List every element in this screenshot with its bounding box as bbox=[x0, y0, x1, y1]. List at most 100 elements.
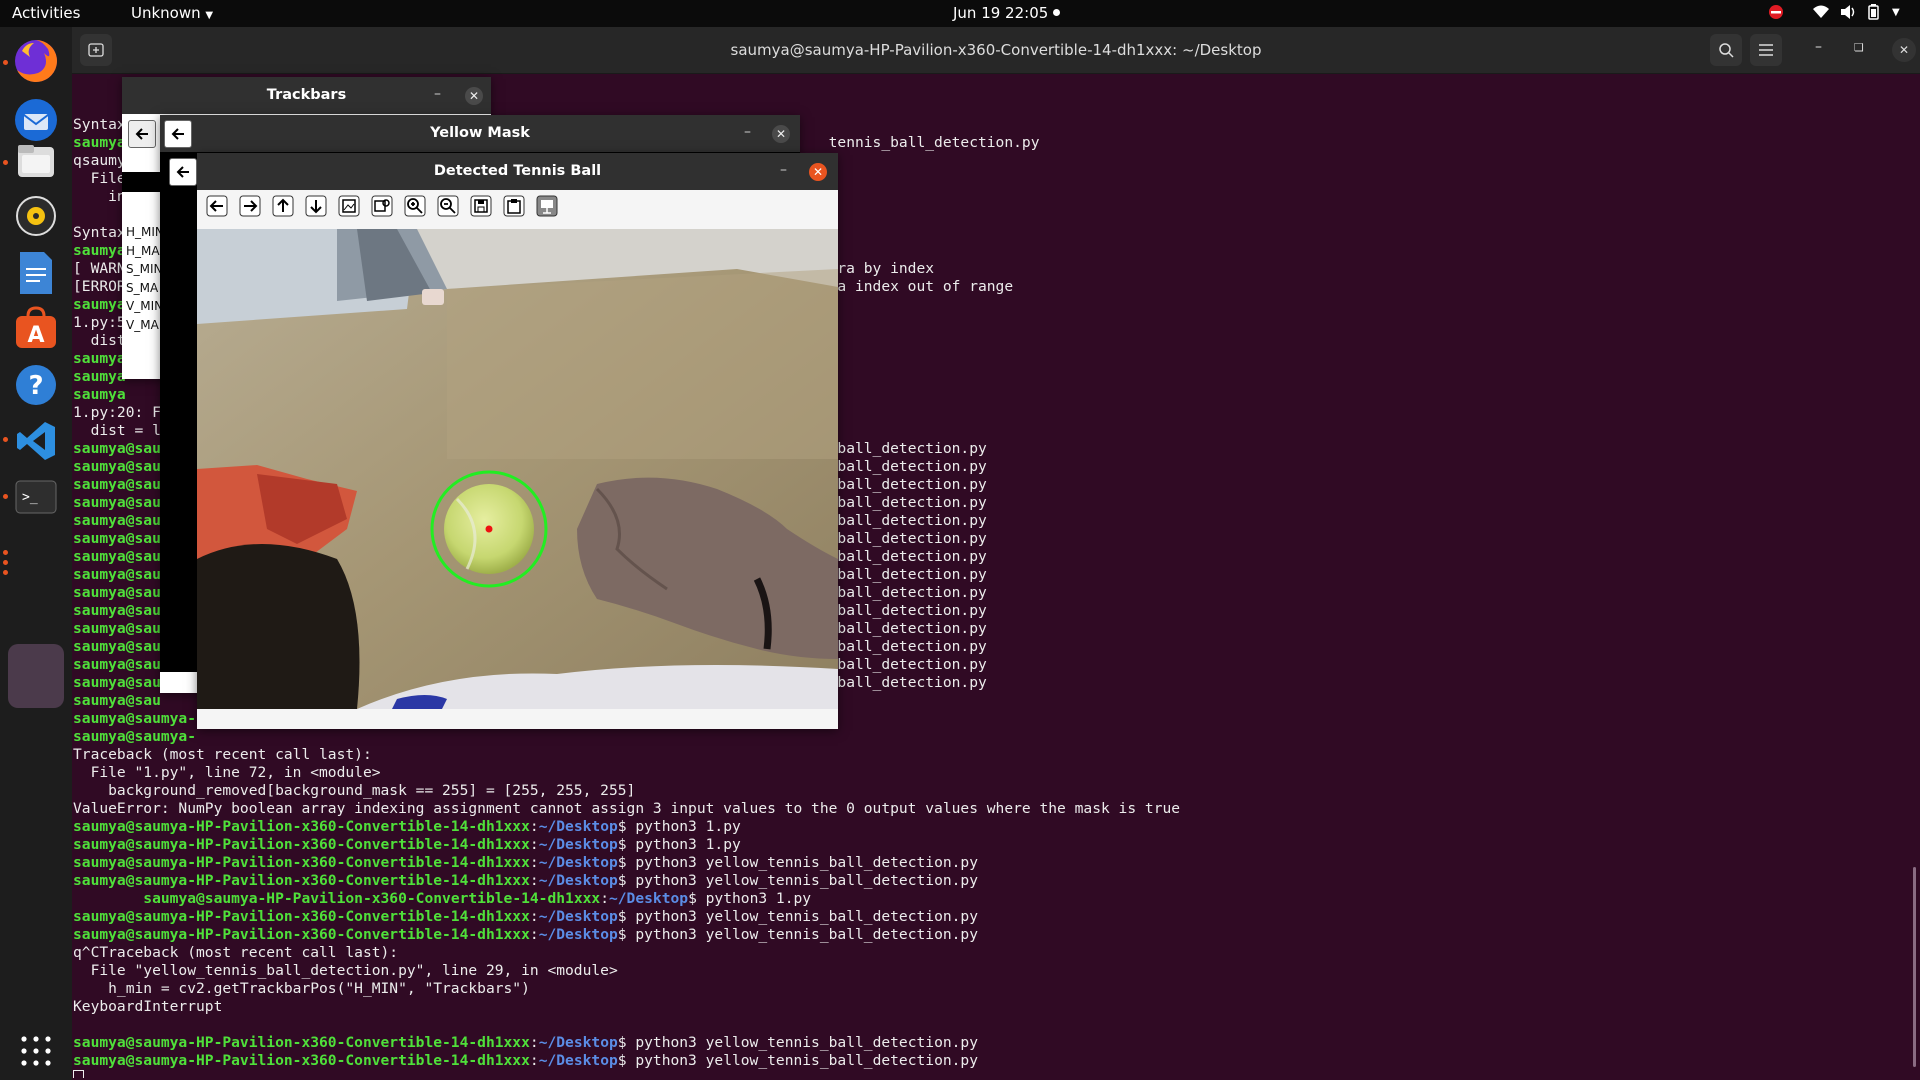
running-indicator bbox=[3, 550, 8, 555]
pan-down-icon[interactable] bbox=[304, 194, 328, 218]
files-icon[interactable] bbox=[8, 133, 64, 189]
restore-icon[interactable]: ❏ bbox=[1854, 41, 1864, 54]
detected-title: Detected Tennis Ball bbox=[197, 153, 838, 190]
running-indicator bbox=[3, 570, 8, 575]
app-menu-label: Unknown bbox=[131, 4, 201, 22]
svg-text:?: ? bbox=[28, 371, 43, 401]
detection-center-dot bbox=[485, 525, 493, 533]
image-toolbar bbox=[197, 190, 838, 225]
close-icon: ✕ bbox=[1898, 43, 1910, 57]
terminal-title: saumya@saumya-HP-Pavilion-x360-Convertib… bbox=[730, 41, 1262, 59]
minimize-icon[interactable]: – bbox=[744, 115, 751, 149]
prompt-user: saumya@saumya-HP-Pavilion-x360-Convertib… bbox=[73, 908, 530, 925]
prompt-user: saumya@saumya-HP-Pavilion-x360-Convertib… bbox=[73, 818, 530, 835]
prompt-path: ~/Desktop bbox=[538, 926, 618, 943]
help-icon[interactable]: ? bbox=[8, 357, 64, 413]
close-detected-button[interactable]: ✕ bbox=[809, 163, 827, 181]
system-menu-chevron-icon[interactable]: ▼ bbox=[1892, 7, 1900, 18]
vscode-icon[interactable] bbox=[8, 413, 64, 469]
terminal-scrollbar[interactable] bbox=[1913, 867, 1916, 1067]
pan-up-icon[interactable] bbox=[271, 194, 295, 218]
prompt-user: saumya@saumya-HP-Pavilion-x360-Convertib… bbox=[73, 854, 530, 871]
save-icon[interactable] bbox=[469, 194, 493, 218]
notification-dot-icon bbox=[1053, 9, 1060, 16]
terminal-line bbox=[73, 1070, 1913, 1078]
terminal-line: saumya@saumya-HP-Pavilion-x360-Convertib… bbox=[73, 818, 741, 835]
prompt-path: ~/Desktop bbox=[608, 890, 689, 907]
detected-tennis-ball-window[interactable]: Detected Tennis Ball – ✕ bbox=[169, 153, 838, 729]
close-terminal-button[interactable]: ✕ bbox=[1892, 38, 1916, 62]
wifi-icon[interactable] bbox=[1812, 4, 1830, 24]
terminal-line: ValueError: NumPy boolean array indexing… bbox=[73, 800, 1181, 817]
camera-frame-image bbox=[197, 229, 838, 709]
status-bar bbox=[197, 709, 838, 729]
terminal-line: Traceback (most recent call last): bbox=[73, 746, 372, 763]
terminal-line: KeyboardInterrupt bbox=[73, 998, 223, 1015]
minimize-icon[interactable]: – bbox=[434, 77, 441, 111]
terminal-line: h_min = cv2.getTrackbarPos("H_MIN", "Tra… bbox=[73, 980, 530, 997]
ubuntu-software-icon[interactable]: A bbox=[8, 301, 64, 357]
terminal-line: File "1.py", line 72, in <module> bbox=[73, 764, 381, 781]
battery-icon[interactable] bbox=[1868, 4, 1880, 24]
clock[interactable]: Jun 19 22:05 bbox=[953, 4, 1048, 22]
rhythmbox-icon[interactable] bbox=[8, 188, 64, 244]
zoom-out-icon[interactable] bbox=[436, 194, 460, 218]
svg-text:A: A bbox=[27, 323, 44, 348]
trackbar-divider bbox=[122, 172, 162, 192]
prompt-path: ~/Desktop bbox=[538, 818, 618, 835]
prompt-path: ~/Desktop bbox=[538, 872, 618, 889]
prompt-path: ~/Desktop bbox=[538, 836, 618, 853]
terminal-icon[interactable]: >_ bbox=[8, 469, 64, 525]
prompt-user: saumya@saumya-HP-Pavilion-x360-Convertib… bbox=[73, 1052, 530, 1069]
back-arrow-icon[interactable] bbox=[169, 158, 197, 186]
active-window-icon[interactable] bbox=[8, 644, 64, 708]
trackbar-label: V_MA bbox=[126, 317, 159, 332]
terminal-line: q^CTraceback (most recent call last): bbox=[73, 944, 399, 961]
svg-text:>_: >_ bbox=[22, 490, 38, 505]
pan-right-icon[interactable] bbox=[238, 194, 262, 218]
pan-left-icon[interactable] bbox=[205, 194, 229, 218]
terminal-line: File "yellow_tennis_ball_detection.py", … bbox=[73, 962, 618, 979]
app-menu[interactable]: Unknown ▼ bbox=[131, 4, 213, 22]
minimize-icon[interactable]: – bbox=[780, 153, 787, 187]
prompt-path: ~/Desktop bbox=[538, 1034, 618, 1051]
trackbar-label: H_MA bbox=[126, 243, 160, 258]
dock: A ? >_ bbox=[0, 27, 72, 1080]
copy-clipboard-icon[interactable] bbox=[502, 194, 526, 218]
zoom-fit-icon[interactable] bbox=[370, 194, 394, 218]
close-yellow-mask-button[interactable]: ✕ bbox=[772, 125, 790, 143]
activities-button[interactable]: Activities bbox=[12, 4, 80, 22]
prompt-user: saumya@saumya-HP-Pavilion-x360-Convertib… bbox=[73, 836, 530, 853]
running-indicator bbox=[3, 560, 8, 565]
top-bar: Activities Unknown ▼ Jun 19 22:05 ▼ bbox=[0, 0, 1920, 27]
minimize-icon[interactable]: – bbox=[1815, 39, 1822, 55]
close-trackbars-button[interactable]: ✕ bbox=[465, 87, 483, 105]
trackbar-label: S_MA bbox=[126, 280, 159, 295]
prompt-user: saumya@saumya-HP-Pavilion-x360-Convertib… bbox=[73, 1034, 530, 1051]
terminal-line: saumya@saumya-HP-Pavilion-x360-Convertib… bbox=[73, 908, 978, 925]
terminal-line: saumya@saumya-HP-Pavilion-x360-Convertib… bbox=[73, 872, 978, 889]
back-arrow-icon[interactable] bbox=[128, 120, 156, 148]
terminal-line: saumya@saumya-HP-Pavilion-x360-Convertib… bbox=[143, 890, 812, 907]
terminal-line: background_removed[background_mask == 25… bbox=[73, 782, 636, 799]
prompt-path: ~/Desktop bbox=[538, 908, 618, 925]
yellow-mask-title: Yellow Mask bbox=[160, 115, 800, 152]
libreoffice-writer-icon[interactable] bbox=[8, 245, 64, 301]
firefox-icon[interactable] bbox=[8, 33, 64, 89]
zoom-in-icon[interactable] bbox=[403, 194, 427, 218]
terminal-line: saumya@saumya-HP-Pavilion-x360-Convertib… bbox=[73, 854, 978, 871]
volume-icon[interactable] bbox=[1840, 4, 1858, 24]
do-not-disturb-icon[interactable] bbox=[1768, 4, 1784, 24]
back-arrow-icon[interactable] bbox=[164, 120, 192, 148]
search-button[interactable] bbox=[1710, 34, 1742, 66]
trackbar-label: S_MIN bbox=[126, 262, 163, 276]
terminal-cursor bbox=[73, 1070, 84, 1078]
terminal-header: saumya@saumya-HP-Pavilion-x360-Convertib… bbox=[72, 27, 1920, 74]
zoom-original-icon[interactable] bbox=[337, 194, 361, 218]
hamburger-menu-button[interactable] bbox=[1750, 34, 1782, 66]
properties-icon[interactable] bbox=[535, 194, 559, 218]
prompt-user: saumya@saumya-HP-Pavilion-x360-Convertib… bbox=[143, 890, 601, 907]
show-apps-icon[interactable] bbox=[8, 1023, 64, 1079]
terminal-line: saumya@saumya-HP-Pavilion-x360-Convertib… bbox=[73, 1034, 978, 1051]
